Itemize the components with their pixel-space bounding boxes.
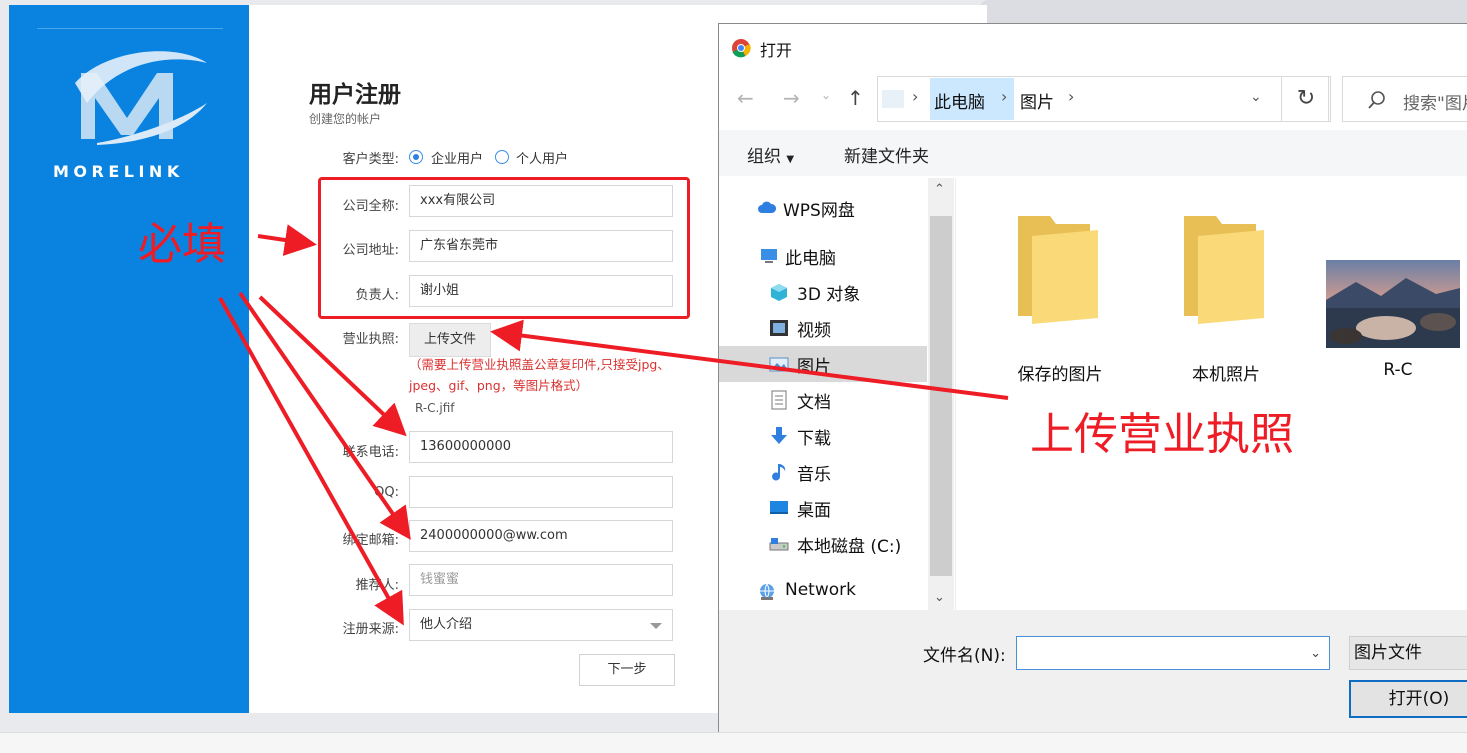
page-bottom-bar — [0, 732, 1467, 753]
upload-annotation-arrow — [490, 319, 1009, 400]
